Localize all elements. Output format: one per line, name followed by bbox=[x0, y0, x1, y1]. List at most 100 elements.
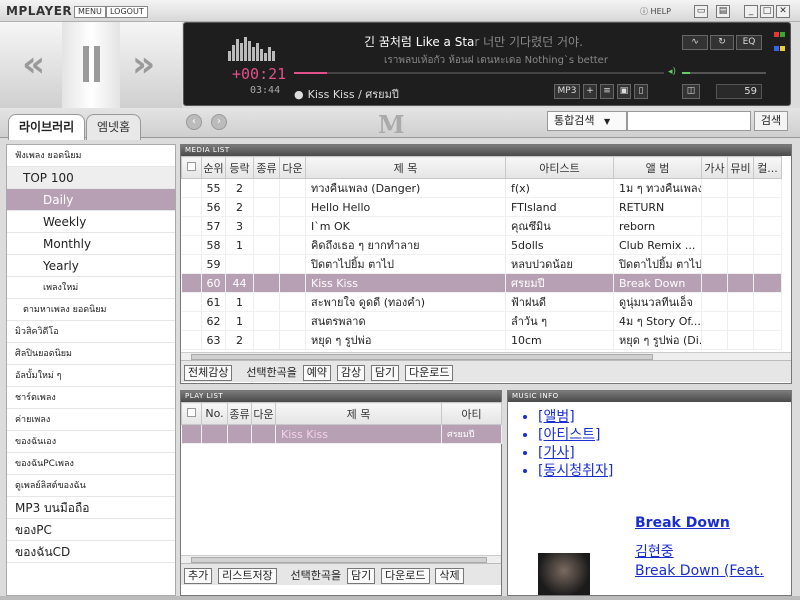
listen-button[interactable]: 감상 bbox=[336, 365, 366, 381]
layout-icon[interactable]: ▤ bbox=[716, 5, 730, 18]
sidebar-item[interactable]: มิวสิควิดีโอ bbox=[7, 321, 175, 343]
column-header[interactable]: 순위 bbox=[201, 156, 226, 179]
tv-icon[interactable]: ▣ bbox=[617, 84, 631, 99]
eq-button[interactable]: EQ bbox=[736, 35, 762, 50]
media-list-hscroll[interactable] bbox=[181, 352, 791, 360]
maximize-icon[interactable]: □ bbox=[760, 5, 774, 18]
column-header[interactable]: 다운 bbox=[279, 156, 306, 179]
info-link[interactable]: [앨범] bbox=[538, 408, 791, 426]
column-header[interactable]: 아티 bbox=[441, 402, 502, 425]
table-row[interactable]: Kiss Kiss ศรยมปี bbox=[181, 424, 502, 444]
sidebar-item[interactable]: ของPC bbox=[7, 519, 175, 541]
sidebar-item[interactable]: ของฉันเอง bbox=[7, 431, 175, 453]
info-link[interactable]: [아티스트] bbox=[538, 426, 791, 444]
row-checkbox-cell[interactable] bbox=[181, 292, 202, 312]
sidebar-item[interactable]: Yearly bbox=[7, 255, 175, 277]
row-checkbox-cell[interactable] bbox=[181, 197, 202, 217]
table-row[interactable]: 55 2 ทวงคืนเพลง (Danger) f(x) 1ม ๆ ทวงคืนเพล… bbox=[181, 178, 782, 198]
select-all-checkbox[interactable] bbox=[181, 402, 202, 425]
volume-slider[interactable] bbox=[682, 72, 766, 74]
progress-bar[interactable] bbox=[294, 72, 664, 74]
add-to-list-button[interactable]: 담기 bbox=[370, 365, 400, 381]
row-checkbox-cell[interactable] bbox=[181, 273, 202, 293]
sidebar-item[interactable]: ของฉันPCเพลง bbox=[7, 453, 175, 475]
row-checkbox-cell[interactable] bbox=[181, 216, 202, 236]
column-header[interactable]: 종류 bbox=[253, 156, 280, 179]
previous-icon[interactable]: « bbox=[22, 44, 45, 85]
row-checkbox-cell[interactable] bbox=[181, 178, 202, 198]
sidebar-item[interactable]: อัลบั้มใหม่ ๆ bbox=[7, 365, 175, 387]
row-checkbox-cell[interactable] bbox=[181, 311, 202, 331]
play-list-hscroll[interactable] bbox=[181, 555, 501, 563]
save-list-button[interactable]: 리스트저장 bbox=[218, 568, 277, 584]
table-row[interactable]: 62 1 สนตรพลาด ลำวัน ๆ 4ม ๆ Story Of... bbox=[181, 311, 782, 331]
select-all-checkbox[interactable] bbox=[181, 156, 202, 179]
delete-button[interactable]: 삭제 bbox=[435, 568, 464, 584]
table-row[interactable]: 57 3 I`m OK คุณซึมิน reborn bbox=[181, 216, 782, 236]
sidebar-item[interactable]: ค่ายเพลง bbox=[7, 409, 175, 431]
repeat-icon[interactable]: ↻ bbox=[710, 35, 734, 50]
back-icon[interactable]: ‹ bbox=[186, 114, 202, 130]
sidebar-item[interactable]: ของฉันCD bbox=[7, 541, 175, 563]
row-checkbox-cell[interactable] bbox=[181, 330, 202, 350]
table-row[interactable]: 61 1 สะพายใจ ดูดดี (ทองคำ) ฟ้าฝนดี ดูนุ่มนวล… bbox=[181, 292, 782, 312]
track-link[interactable]: Break Down (Feat. bbox=[635, 563, 764, 579]
column-header[interactable]: No. bbox=[201, 402, 228, 425]
column-header[interactable]: 앨 범 bbox=[613, 156, 702, 179]
row-checkbox-cell[interactable] bbox=[181, 235, 202, 255]
listen-all-button[interactable]: 전체감상 bbox=[184, 365, 233, 381]
download-button[interactable]: 다운로드 bbox=[381, 568, 430, 584]
wave-icon[interactable]: ∿ bbox=[682, 35, 708, 50]
search-button[interactable]: 검색 bbox=[754, 111, 788, 131]
sidebar-item[interactable]: MP3 บนมือถือ bbox=[7, 497, 175, 519]
column-header[interactable]: 아티스트 bbox=[505, 156, 614, 179]
info-link[interactable]: [가사] bbox=[538, 444, 791, 462]
sidebar-item[interactable]: TOP 100 bbox=[7, 167, 175, 189]
sidebar-item[interactable]: Monthly bbox=[7, 233, 175, 255]
hscroll-thumb[interactable] bbox=[191, 557, 487, 563]
collect-button[interactable]: 담기 bbox=[346, 568, 376, 584]
sidebar-item[interactable]: Daily bbox=[7, 189, 175, 211]
table-row[interactable]: 63 2 หยุด ๆ รูปพ่อ 10cm หยุด ๆ รูปพ่อ (Di... bbox=[181, 330, 782, 350]
download-button[interactable]: 다운로드 bbox=[404, 365, 454, 381]
column-header[interactable]: 종류 bbox=[227, 402, 252, 425]
search-type-select[interactable]: 통합검색 ▼ bbox=[547, 111, 627, 131]
hscroll-thumb[interactable] bbox=[191, 354, 653, 360]
sidebar-item[interactable]: ศิลปินยอดนิยม bbox=[7, 343, 175, 365]
skin-palette-icon[interactable] bbox=[774, 27, 786, 51]
table-row[interactable]: 60 44 Kiss Kiss ศรยมปี Break Down bbox=[181, 273, 782, 293]
mute-icon[interactable]: ◫ bbox=[682, 84, 700, 99]
mini-mode-icon[interactable]: ▭ bbox=[694, 5, 708, 18]
column-header[interactable]: 제 목 bbox=[275, 402, 442, 425]
list-icon[interactable]: ≡ bbox=[600, 84, 614, 99]
column-header[interactable]: 등락 bbox=[225, 156, 254, 179]
column-header[interactable]: 뮤비 bbox=[727, 156, 754, 179]
help-button[interactable]: ⓘ HELP bbox=[640, 6, 671, 17]
lyrics-icon[interactable]: ▯ bbox=[634, 84, 648, 99]
column-header[interactable]: 컬... bbox=[753, 156, 782, 179]
next-icon[interactable]: » bbox=[132, 44, 155, 85]
tab-mnet-home[interactable]: 엠넷홈 bbox=[86, 114, 142, 140]
add-icon[interactable]: + bbox=[583, 84, 597, 99]
tab-library[interactable]: 라이브러리 bbox=[8, 114, 86, 140]
sidebar-item[interactable]: ชาร์ตเพลง bbox=[7, 387, 175, 409]
table-row[interactable]: 56 2 Hello Hello FTIsland RETURN bbox=[181, 197, 782, 217]
format-badge[interactable]: MP3 bbox=[554, 84, 580, 99]
search-input[interactable] bbox=[627, 111, 751, 131]
column-header[interactable]: 제 목 bbox=[305, 156, 506, 179]
reserve-button[interactable]: 예약 bbox=[302, 365, 331, 381]
forward-icon[interactable]: › bbox=[211, 114, 227, 130]
sidebar-item[interactable]: Weekly bbox=[7, 211, 175, 233]
sidebar-item[interactable]: เพลงใหม่ bbox=[7, 277, 175, 299]
album-art[interactable] bbox=[538, 553, 590, 595]
pause-button[interactable] bbox=[62, 22, 120, 110]
sidebar-item[interactable]: ตามหาเพลง ยอดนิยม bbox=[7, 299, 175, 321]
album-title-link[interactable]: Break Down bbox=[635, 515, 730, 531]
logout-button[interactable]: LOGOUT bbox=[106, 6, 148, 18]
table-row[interactable]: 58 1 คิดถึงเธอ ๆ ยากทำลาย 5dolls Club Remix … bbox=[181, 235, 782, 255]
sidebar-item[interactable]: ฟังเพลง ยอดนิยม bbox=[7, 145, 175, 167]
artist-link[interactable]: 김현중 bbox=[635, 541, 674, 561]
close-icon[interactable]: ✕ bbox=[776, 5, 790, 18]
sidebar-item[interactable]: ดูเพลย์ลิสต์ของฉัน bbox=[7, 475, 175, 497]
menu-button[interactable]: MENU bbox=[74, 6, 106, 18]
